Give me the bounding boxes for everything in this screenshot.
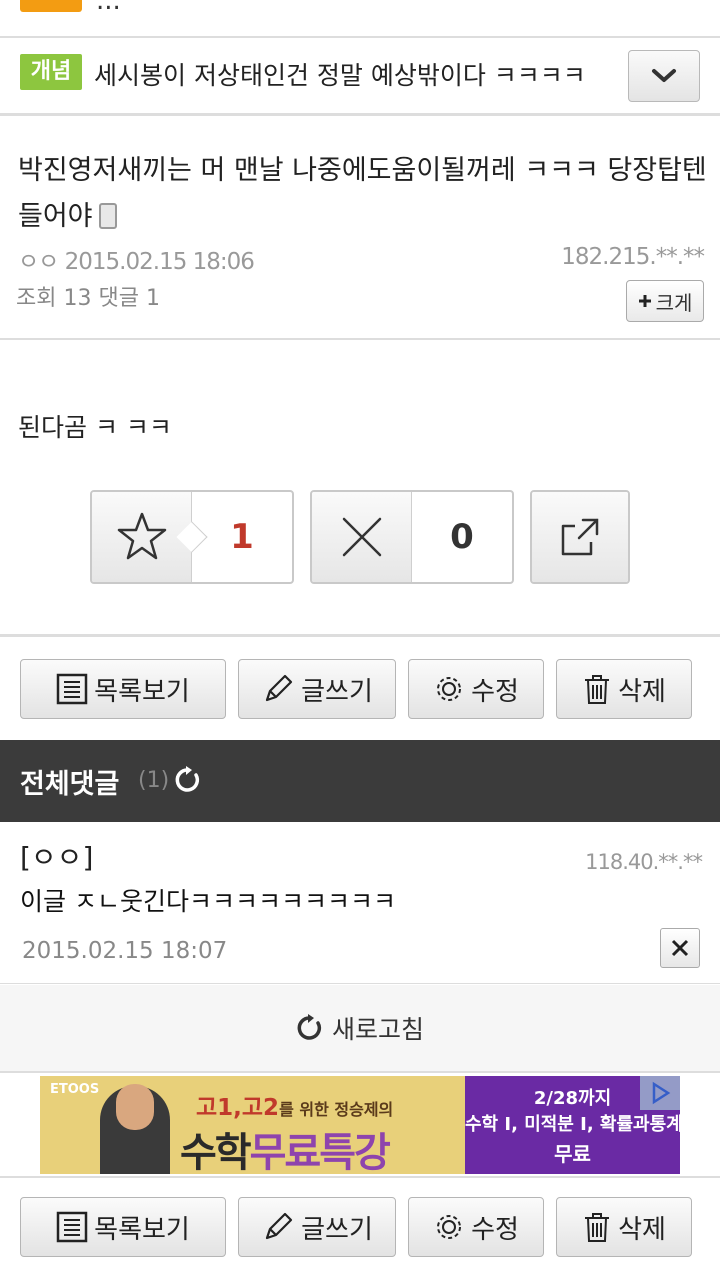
notice-title[interactable]: 세시봉이 저상태인건 정말 예상밖이다 ㅋㅋㅋㅋ bbox=[94, 56, 586, 92]
post-author[interactable]: ㅇㅇ bbox=[18, 249, 59, 275]
ad-person-face bbox=[116, 1084, 154, 1130]
plus-icon bbox=[638, 295, 651, 307]
star-icon bbox=[117, 512, 166, 560]
comment-ip: 118.40.**.** bbox=[585, 850, 703, 874]
ad-free-label: 무료 bbox=[554, 1142, 591, 1166]
post-ip: 182.215.**.** bbox=[561, 244, 705, 270]
list-icon bbox=[56, 1211, 88, 1243]
views-count: 13 bbox=[63, 286, 92, 311]
close-icon bbox=[671, 939, 689, 957]
previous-notice-text: ... bbox=[96, 0, 121, 16]
refresh-icon bbox=[175, 766, 200, 792]
dislike-button[interactable] bbox=[312, 492, 412, 582]
refresh-icon bbox=[297, 1014, 322, 1040]
dislike-count: 0 bbox=[450, 517, 474, 557]
mobile-icon bbox=[98, 203, 117, 229]
divider bbox=[0, 1176, 720, 1178]
notice-tag: 개념 bbox=[20, 54, 82, 90]
refresh-comments-button[interactable]: 새로고침 bbox=[0, 985, 720, 1073]
views-label: 조회 bbox=[16, 286, 57, 311]
ad-headline-1a: 고1,고2 bbox=[196, 1095, 280, 1121]
ad-subjects: 수학 I, 미적분 I, 확률과통계 bbox=[465, 1114, 680, 1135]
ad-headline-2: 수학무료특강 bbox=[180, 1120, 391, 1174]
divider bbox=[0, 634, 720, 637]
post-title: 박진영저새끼는 머 맨날 나중에도움이될꺼레 ㅋㅋㅋ 당장탑텐 들어야 bbox=[18, 148, 708, 240]
delete-label: 삭제 bbox=[618, 676, 666, 707]
trash-icon bbox=[585, 1213, 610, 1242]
post-author-date: ㅇㅇ 2015.02.15 18:06 bbox=[18, 242, 255, 276]
delete-label: 삭제 bbox=[618, 1214, 666, 1245]
play-icon bbox=[652, 1081, 671, 1105]
dislike-box[interactable]: 0 bbox=[310, 490, 514, 584]
share-button[interactable] bbox=[530, 490, 630, 584]
pencil-icon bbox=[266, 674, 293, 702]
comments-label: 댓글 bbox=[98, 286, 139, 311]
ad-headline-1b: 를 위한 정승제의 bbox=[279, 1100, 394, 1119]
write-label: 글쓰기 bbox=[301, 676, 373, 707]
gear-icon bbox=[437, 677, 462, 701]
notice-expand-button[interactable] bbox=[628, 50, 700, 102]
refresh-label: 새로고침 bbox=[331, 1015, 424, 1044]
comment-text: 이글 ㅈㄴ웃긴다ㅋㅋㅋㅋㅋㅋㅋㅋㅋ bbox=[20, 887, 396, 916]
font-bigger-button[interactable]: 크게 bbox=[626, 280, 704, 322]
gear-icon bbox=[437, 1215, 462, 1239]
list-button[interactable]: 목록보기 bbox=[20, 1197, 226, 1257]
x-icon bbox=[342, 517, 381, 557]
pencil-icon bbox=[266, 1212, 293, 1240]
list-label: 목록보기 bbox=[94, 676, 190, 707]
action-bar-bottom: 목록보기 글쓰기 수정 삭제 bbox=[0, 1197, 720, 1257]
ad-headline-2b: 무료특강 bbox=[249, 1130, 391, 1174]
post-body: 된다곰 ㅋ ㅋㅋ bbox=[18, 413, 172, 442]
action-bar-top: 목록보기 글쓰기 수정 삭제 bbox=[0, 659, 720, 719]
edit-label: 수정 bbox=[471, 676, 519, 707]
share-icon bbox=[561, 518, 599, 556]
trash-icon bbox=[585, 675, 610, 704]
list-label: 목록보기 bbox=[94, 1214, 190, 1245]
write-button[interactable]: 글쓰기 bbox=[238, 1197, 396, 1257]
delete-button[interactable]: 삭제 bbox=[556, 1197, 692, 1257]
write-label: 글쓰기 bbox=[301, 1214, 373, 1245]
ad-right-panel: 2/28까지 수학 I, 미적분 I, 확률과통계 무료 bbox=[465, 1076, 680, 1174]
ad-brand-logo: ETOOS bbox=[50, 1082, 100, 1097]
list-icon bbox=[56, 673, 88, 705]
notice-bar: 개념 세시봉이 저상태인건 정말 예상밖이다 ㅋㅋㅋㅋ bbox=[0, 38, 720, 116]
comment-item: [ㅇㅇ] 118.40.**.** 이글 ㅈㄴ웃긴다ㅋㅋㅋㅋㅋㅋㅋㅋㅋ 2015… bbox=[0, 822, 720, 984]
delete-button[interactable]: 삭제 bbox=[556, 659, 692, 719]
comment-author[interactable]: [ㅇㅇ] bbox=[20, 836, 93, 876]
comments-header-count: (1) bbox=[138, 768, 170, 793]
post-stats: 조회 13 댓글 1 bbox=[16, 280, 160, 312]
ad-banner[interactable]: ETOOS 고1,고2를 위한 정승제의 수학무료특강 2/28까지 수학 I,… bbox=[40, 1076, 680, 1174]
comment-delete-button[interactable] bbox=[660, 928, 700, 968]
ad-left-panel: ETOOS 고1,고2를 위한 정승제의 수학무료특강 bbox=[40, 1076, 465, 1174]
edit-button[interactable]: 수정 bbox=[408, 1197, 544, 1257]
share-icon-wrap[interactable] bbox=[532, 492, 628, 582]
ad-play-icon[interactable] bbox=[640, 1076, 680, 1110]
notice-badge bbox=[20, 0, 82, 12]
previous-notice-strip[interactable]: ... bbox=[0, 0, 720, 38]
post-datetime: 2015.02.15 18:06 bbox=[64, 249, 255, 275]
comments-count: 1 bbox=[145, 286, 160, 311]
comments-refresh-button[interactable] bbox=[174, 766, 202, 798]
font-bigger-label: 크게 bbox=[655, 290, 693, 315]
ad-headline-1: 고1,고2를 위한 정승제의 bbox=[196, 1088, 393, 1122]
ad-headline-2a: 수학 bbox=[180, 1130, 252, 1174]
post-title-text: 박진영저새끼는 머 맨날 나중에도움이될꺼레 ㅋㅋㅋ 당장탑텐 들어야 bbox=[18, 155, 707, 232]
list-button[interactable]: 목록보기 bbox=[20, 659, 226, 719]
comments-header: 전체댓글 (1) bbox=[0, 740, 720, 822]
recommend-button[interactable] bbox=[92, 492, 208, 582]
comments-header-label: 전체댓글 bbox=[20, 769, 120, 800]
write-button[interactable]: 글쓰기 bbox=[238, 659, 396, 719]
edit-label: 수정 bbox=[471, 1214, 519, 1245]
chevron-down-icon bbox=[652, 69, 676, 82]
recommend-box[interactable]: 1 bbox=[90, 490, 294, 584]
comment-date: 2015.02.15 18:07 bbox=[22, 938, 228, 964]
edit-button[interactable]: 수정 bbox=[408, 659, 544, 719]
post-header: 박진영저새끼는 머 맨날 나중에도움이될꺼레 ㅋㅋㅋ 당장탑텐 들어야 ㅇㅇ 2… bbox=[0, 118, 720, 340]
